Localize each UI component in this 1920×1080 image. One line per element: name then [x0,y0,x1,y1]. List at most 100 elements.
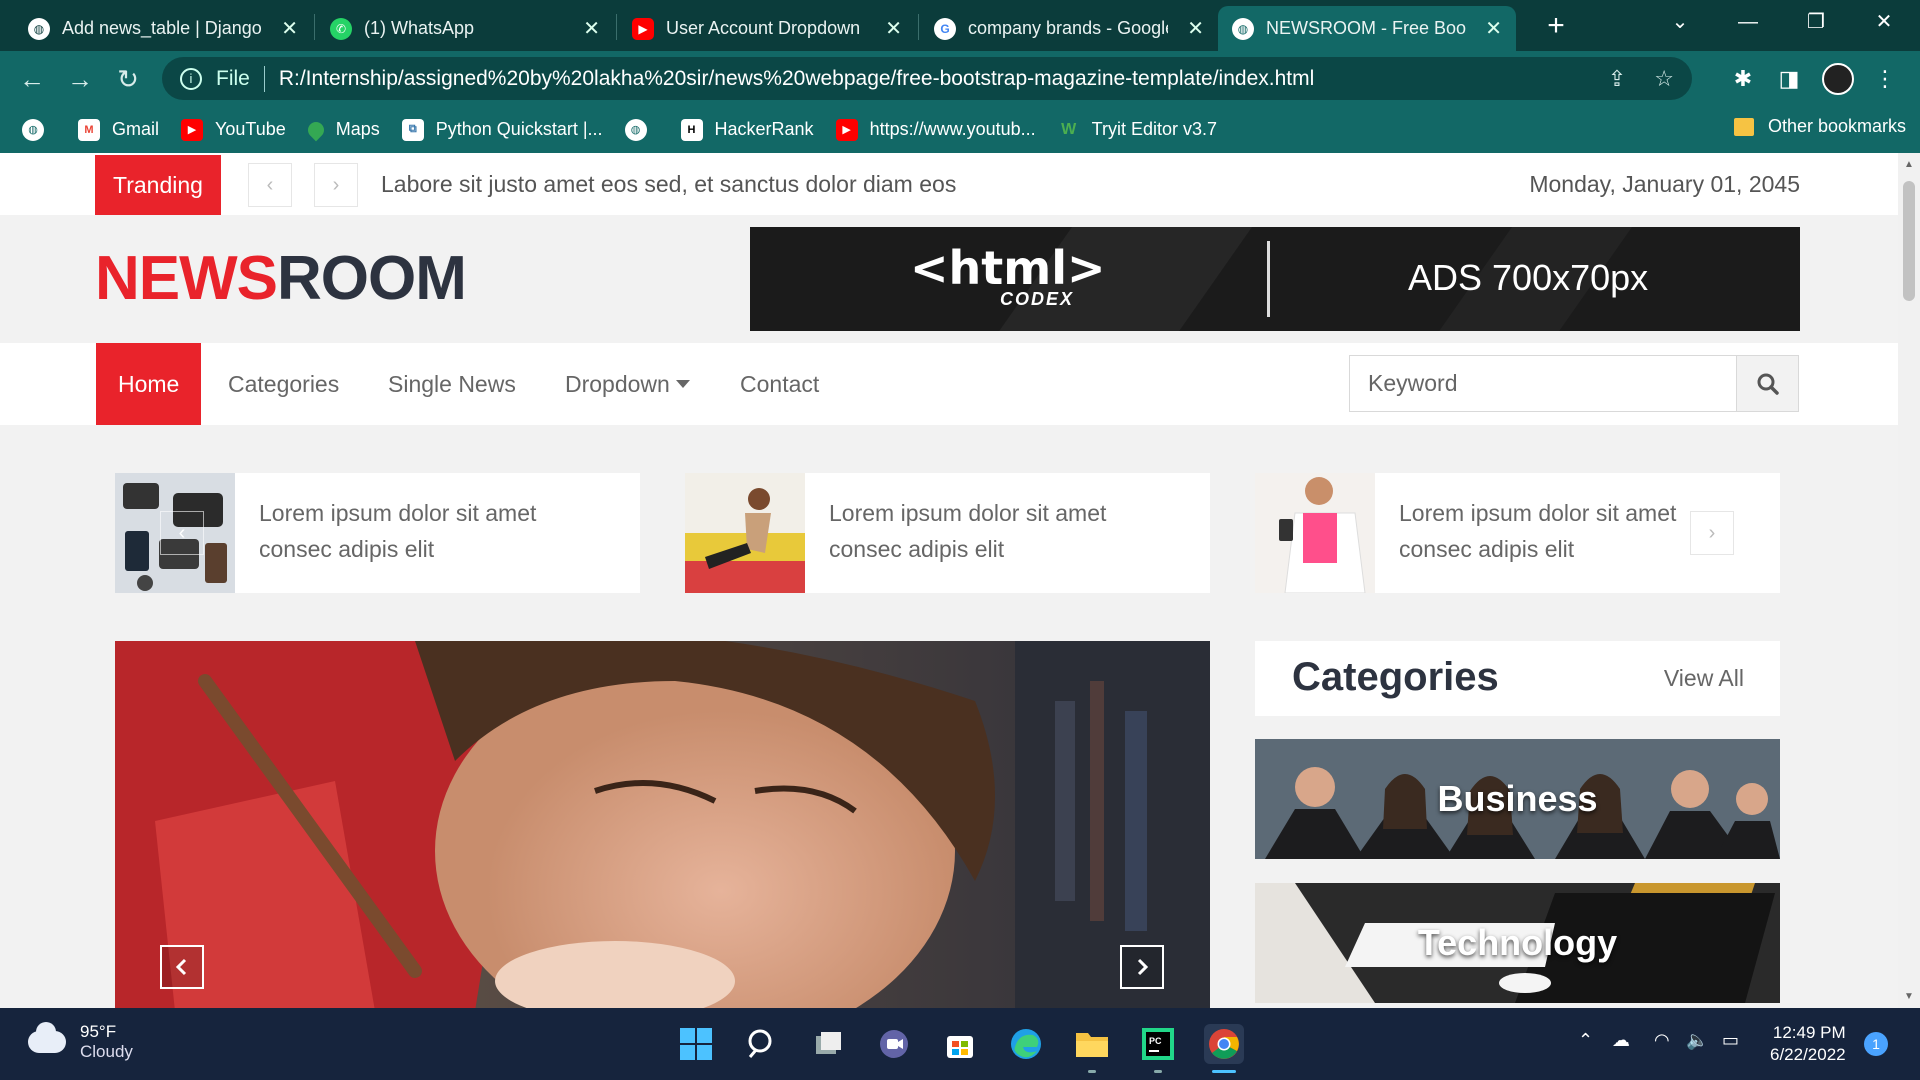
clock-time: 12:49 PM [1772,1023,1846,1042]
notification-badge[interactable]: 1 [1864,1032,1888,1056]
carousel-next-button[interactable]: › [1690,511,1734,555]
nav-dropdown[interactable]: Dropdown [565,343,690,425]
carousel-prev-button[interactable]: ‹ [160,511,204,555]
close-icon[interactable]: ✕ [877,16,902,41]
page-scrollbar[interactable]: ▲ ▼ [1898,153,1920,1008]
restore-button[interactable]: ❐ [1782,0,1850,44]
start-icon[interactable] [676,1024,716,1064]
share-icon[interactable]: ⇪ [1608,66,1626,92]
teams-chat-icon[interactable] [874,1024,914,1064]
logo-news: NEWS [95,244,278,313]
microsoft-store-icon[interactable] [940,1024,980,1064]
bookmark-hackerrank[interactable]: H HackerRank [680,118,814,141]
bookmark-globe[interactable]: ◍ [22,118,56,141]
nav-dropdown-label: Dropdown [565,370,670,397]
battery-icon[interactable]: ▭ [1722,1030,1739,1051]
onedrive-cloud-icon[interactable]: ☁ [1612,1030,1630,1051]
ad-logo-sub: CODEX [1000,289,1075,309]
search-icon[interactable] [742,1024,782,1064]
tab-whatsapp[interactable]: ✆ (1) WhatsApp ✕ [316,6,614,51]
new-tab-button[interactable]: + [1538,8,1574,44]
trending-badge: Tranding [95,155,221,215]
nav-categories[interactable]: Categories [228,343,339,425]
view-all-link[interactable]: View All [1664,665,1744,692]
mini-news-item[interactable]: Lorem ipsum dolor sit amet consec adipis … [685,473,1210,593]
chrome-icon[interactable] [1204,1024,1244,1064]
ad-banner[interactable]: <html> CODEX ADS 700x70px [750,227,1800,331]
edge-icon[interactable] [1006,1024,1046,1064]
close-window-button[interactable]: ✕ [1850,0,1918,44]
file-explorer-icon[interactable] [1072,1024,1112,1064]
ad-text: ADS 700x70px [1408,257,1649,298]
tab-title: (1) WhatsApp [364,18,475,38]
pycharm-icon[interactable]: PC [1138,1024,1178,1064]
hero-next-button[interactable] [1120,945,1164,989]
other-bookmarks[interactable]: Other bookmarks [1733,116,1906,137]
close-icon[interactable]: ✕ [273,16,298,41]
category-card-technology[interactable]: Technology [1255,883,1780,1003]
hero-slider-image[interactable] [115,641,1210,1008]
bookmark-gmail[interactable]: M Gmail [78,118,159,141]
side-panel-icon[interactable]: ◨ [1772,63,1806,95]
trending-prev-button[interactable]: ‹ [248,163,292,207]
whatsapp-icon: ✆ [330,17,352,40]
wifi-icon[interactable]: ◠ [1654,1030,1670,1051]
site-logo[interactable]: NEWSROOM [95,243,467,314]
bookmark-label: HackerRank [714,119,814,139]
bookmark-tryit[interactable]: W Tryit Editor v3.7 [1058,119,1217,141]
minimize-button[interactable]: — [1714,0,1782,44]
tab-search-icon[interactable]: ⌄ [1646,0,1714,44]
browser-tab-bar: ◍ Add news_table | Django ✕ ✆ (1) WhatsA… [0,0,1920,51]
bookmark-globe-2[interactable]: ◍ [624,118,659,141]
nav-contact[interactable]: Contact [740,343,819,425]
bookmark-label: Maps [335,119,380,139]
scrollbar-thumb[interactable] [1903,181,1915,301]
bookmark-youtube-link[interactable]: ▶ https://www.youtub... [835,118,1036,141]
bookmark-maps[interactable]: Maps [304,118,380,141]
chevron-left-icon [175,958,187,976]
tab-django[interactable]: ◍ Add news_table | Django ✕ [14,6,312,51]
svg-text:PC: PC [1149,1036,1162,1046]
scroll-down-icon[interactable]: ▼ [1904,991,1914,1002]
search-button[interactable] [1737,355,1799,412]
back-button[interactable]: ← [14,61,50,97]
system-clock[interactable]: 12:49 PM 6/22/2022 [1770,1022,1846,1066]
weather-widget[interactable]: 95°F Cloudy [28,1022,133,1062]
address-bar[interactable]: i File R:/Internship/assigned%20by%20lak… [162,57,1692,100]
tab-company-brands[interactable]: G company brands - Google ✕ [920,6,1218,51]
info-icon[interactable]: i [180,67,202,90]
trending-headline[interactable]: Labore sit justo amet eos sed, et sanctu… [381,171,956,198]
chevron-right-icon [1137,958,1149,976]
chevron-left-icon: ‹ [178,521,186,544]
extensions-icon[interactable]: ✱ [1726,63,1760,95]
other-bookmarks-label: Other bookmarks [1767,116,1906,136]
close-icon[interactable]: ✕ [1477,16,1502,41]
chevron-up-icon[interactable]: ⌃ [1578,1030,1593,1051]
scroll-up-icon[interactable]: ▲ [1904,159,1914,170]
current-date: Monday, January 01, 2045 [1529,171,1800,197]
hero-prev-button[interactable] [160,945,204,989]
bookmark-python[interactable]: ⧉ Python Quickstart |... [401,118,603,141]
tab-newsroom[interactable]: ◍ NEWSROOM - Free Boots ✕ [1218,6,1516,51]
forward-button[interactable]: → [62,61,98,97]
volume-icon[interactable]: 🔈 [1686,1030,1708,1051]
close-icon[interactable]: ✕ [575,16,600,41]
profile-avatar[interactable] [1822,63,1854,95]
menu-kebab-icon[interactable]: ⋮ [1868,63,1902,95]
bookmark-label: Python Quickstart |... [435,119,603,139]
category-card-business[interactable]: Business [1255,739,1780,859]
url-text[interactable]: R:/Internship/assigned%20by%20lakha%20si… [279,67,1314,91]
reload-button[interactable]: ↻ [110,61,146,97]
trending-next-button[interactable]: › [314,163,358,207]
search-input[interactable] [1349,355,1737,412]
tab-title: company brands - Google [968,18,1168,38]
tab-user-account-dropdown[interactable]: ▶ User Account Dropdown ✕ [618,6,916,51]
nav-home[interactable]: Home [96,343,202,425]
task-view-icon[interactable] [808,1024,848,1064]
bookmark-star-icon[interactable]: ☆ [1654,66,1674,92]
close-icon[interactable]: ✕ [1179,16,1204,41]
google-icon: G [934,17,956,40]
weather-temp: 95°F [80,1022,117,1041]
bookmark-youtube[interactable]: ▶ YouTube [181,118,286,141]
nav-single-news[interactable]: Single News [388,343,516,425]
